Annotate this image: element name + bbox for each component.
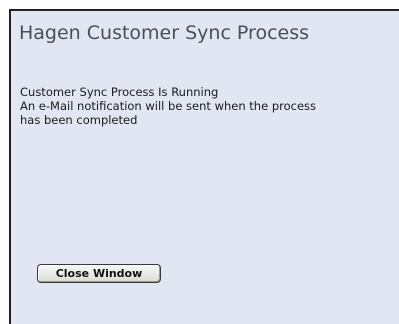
close-window-button[interactable]: Close Window [37, 264, 161, 283]
notice-line-1: An e-Mail notification will be sent when… [20, 99, 317, 113]
status-line: Customer Sync Process Is Running [20, 85, 219, 99]
sync-process-window: Hagen Customer Sync Process Customer Syn… [9, 9, 399, 324]
status-message: Customer Sync Process Is Running An e-Ma… [20, 85, 398, 127]
page-title: Hagen Customer Sync Process [19, 22, 310, 44]
notice-line-2: has been completed [20, 113, 138, 127]
